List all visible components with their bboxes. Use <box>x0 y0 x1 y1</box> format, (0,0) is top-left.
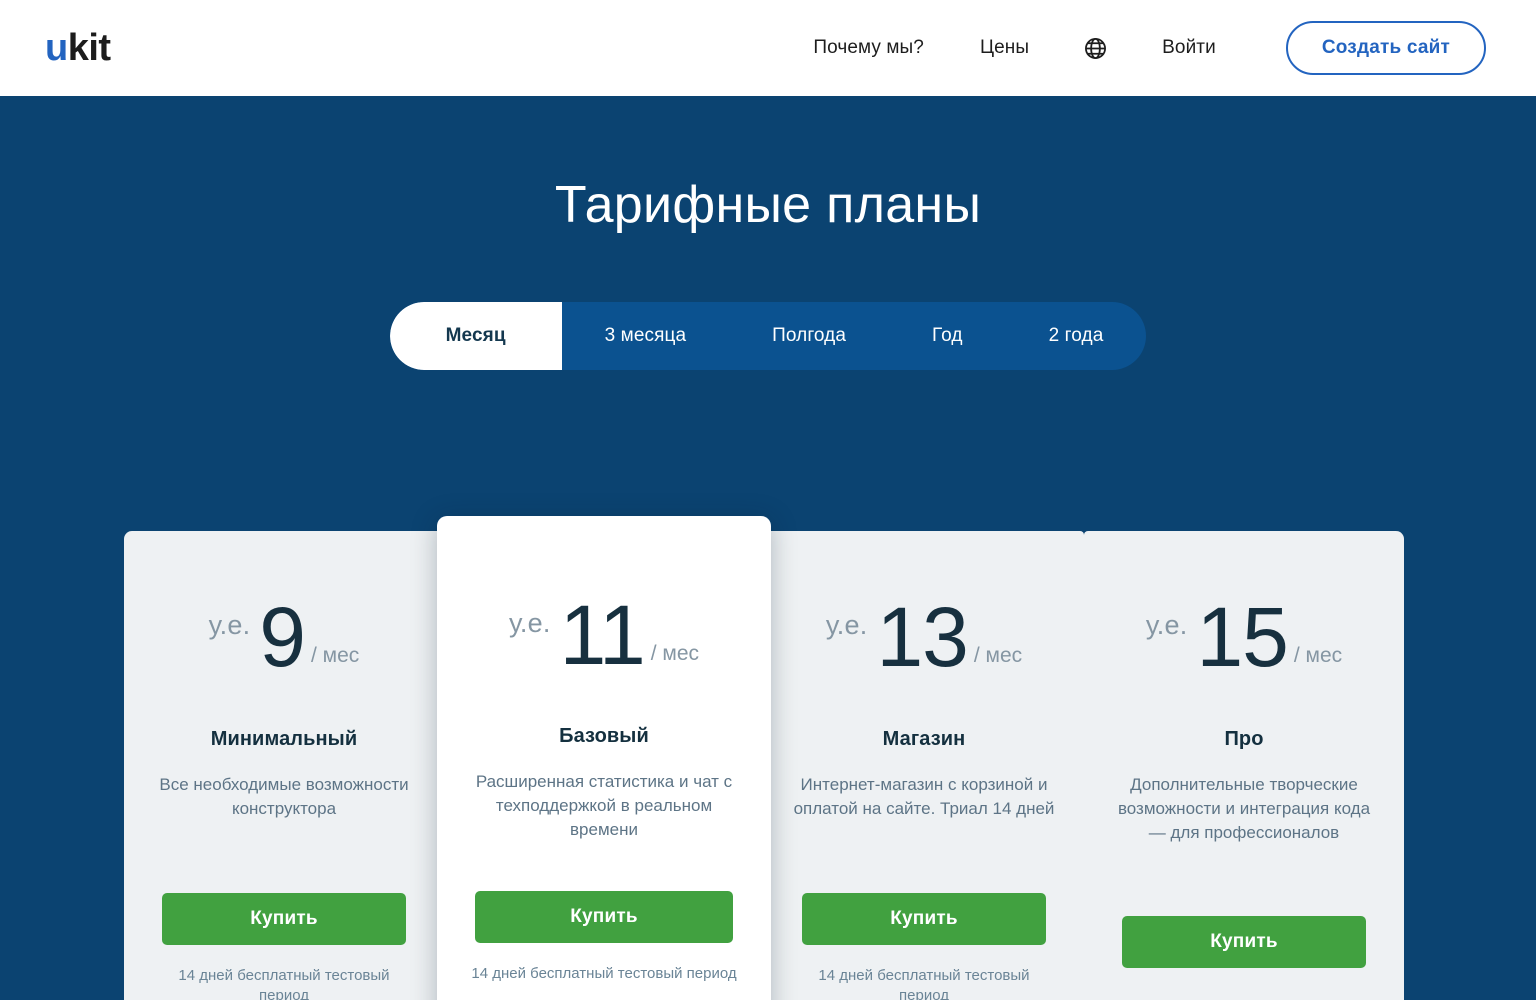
pricing-hero: Тарифные планы Месяц 3 месяца Полгода Го… <box>0 96 1536 1000</box>
pricing-cards: у.е. 9 / мес Минимальный Все необходимые… <box>124 516 1404 1000</box>
price-period: / мес <box>1293 643 1343 667</box>
trial-note: 14 дней бесплатный тестовый период <box>178 967 390 1000</box>
price-row: у.е. 15 / мес <box>1106 590 1382 684</box>
pricing-card-minimal[interactable]: у.е. 9 / мес Минимальный Все необходимые… <box>124 531 444 1000</box>
plan-name: Про <box>1224 727 1264 750</box>
buy-button[interactable]: Купить <box>1122 916 1366 968</box>
price-amount: 13 <box>876 590 968 684</box>
page-title: Тарифные планы <box>554 176 982 234</box>
buy-button-slot: Купить <box>475 891 733 943</box>
price-currency: у.е. <box>825 610 868 640</box>
pricing-card-pro[interactable]: у.е. 15 / мес Про Дополнительные творчес… <box>1084 531 1404 1000</box>
buy-button-slot: Купить <box>802 893 1046 945</box>
nav-link-pricing[interactable]: Цены <box>952 37 1057 59</box>
logo-text-kit: kit <box>67 27 111 69</box>
price-currency: у.е. <box>1145 610 1188 640</box>
price-period: / мес <box>650 641 700 665</box>
site-header: ukit Почему мы? Цены Войти Создать сайт <box>0 0 1536 96</box>
buy-button[interactable]: Купить <box>802 893 1046 945</box>
site-logo[interactable]: ukit <box>45 29 111 67</box>
plan-description: Интернет-магазин с корзиной и оплатой на… <box>793 774 1055 818</box>
trial-note: 14 дней бесплатный тестовый период <box>471 965 737 982</box>
period-tabs: Месяц 3 месяца Полгода Год 2 года <box>389 302 1147 370</box>
period-tab-3-months[interactable]: 3 месяца <box>562 302 730 370</box>
pricing-card-basic[interactable]: у.е. 11 / мес Базовый Расширенная статис… <box>437 516 771 1000</box>
price-row: у.е. 9 / мес <box>146 590 422 684</box>
period-tab-2-years[interactable]: 2 года <box>1006 302 1147 370</box>
price-currency: у.е. <box>508 608 551 638</box>
price-amount: 9 <box>259 590 306 684</box>
period-tab-year[interactable]: Год <box>889 302 1006 370</box>
plan-description: Дополнительные творческие возможности и … <box>1117 774 1371 843</box>
period-tab-half-year[interactable]: Полгода <box>729 302 889 370</box>
trial-note: 14 дней бесплатный тестовый период <box>818 967 1030 1000</box>
period-tab-month[interactable]: Месяц <box>389 302 562 370</box>
price-currency: у.е. <box>208 610 251 640</box>
plan-name: Минимальный <box>210 727 358 750</box>
logo-text-u: u <box>45 27 68 69</box>
price-amount: 15 <box>1196 590 1288 684</box>
globe-icon[interactable] <box>1057 36 1134 61</box>
buy-button[interactable]: Купить <box>475 891 733 943</box>
price-period: / мес <box>973 643 1023 667</box>
period-tabs-wrapper: Месяц 3 месяца Полгода Год 2 года <box>0 302 1536 370</box>
buy-button-slot: Купить <box>162 893 406 945</box>
plan-description: Все необходимые возможности конструктора <box>159 774 409 818</box>
nav-link-login[interactable]: Войти <box>1134 37 1244 59</box>
buy-button-slot: Купить <box>1122 916 1366 968</box>
price-period: / мес <box>311 643 360 667</box>
buy-button[interactable]: Купить <box>162 893 406 945</box>
plan-name: Базовый <box>559 724 649 747</box>
create-site-button[interactable]: Создать сайт <box>1285 21 1486 75</box>
nav-link-why-us[interactable]: Почему мы? <box>785 37 952 59</box>
pricing-card-shop[interactable]: у.е. 13 / мес Магазин Интернет-магазин с… <box>764 531 1084 1000</box>
price-amount: 11 <box>559 588 646 682</box>
main-navigation: Почему мы? Цены Войти Создать сайт <box>785 21 1486 75</box>
price-row: у.е. 13 / мес <box>786 590 1062 684</box>
plan-description: Расширенная статистика и чат с техподдер… <box>475 771 733 840</box>
price-row: у.е. 11 / мес <box>459 588 749 682</box>
plan-name: Магазин <box>882 727 966 750</box>
